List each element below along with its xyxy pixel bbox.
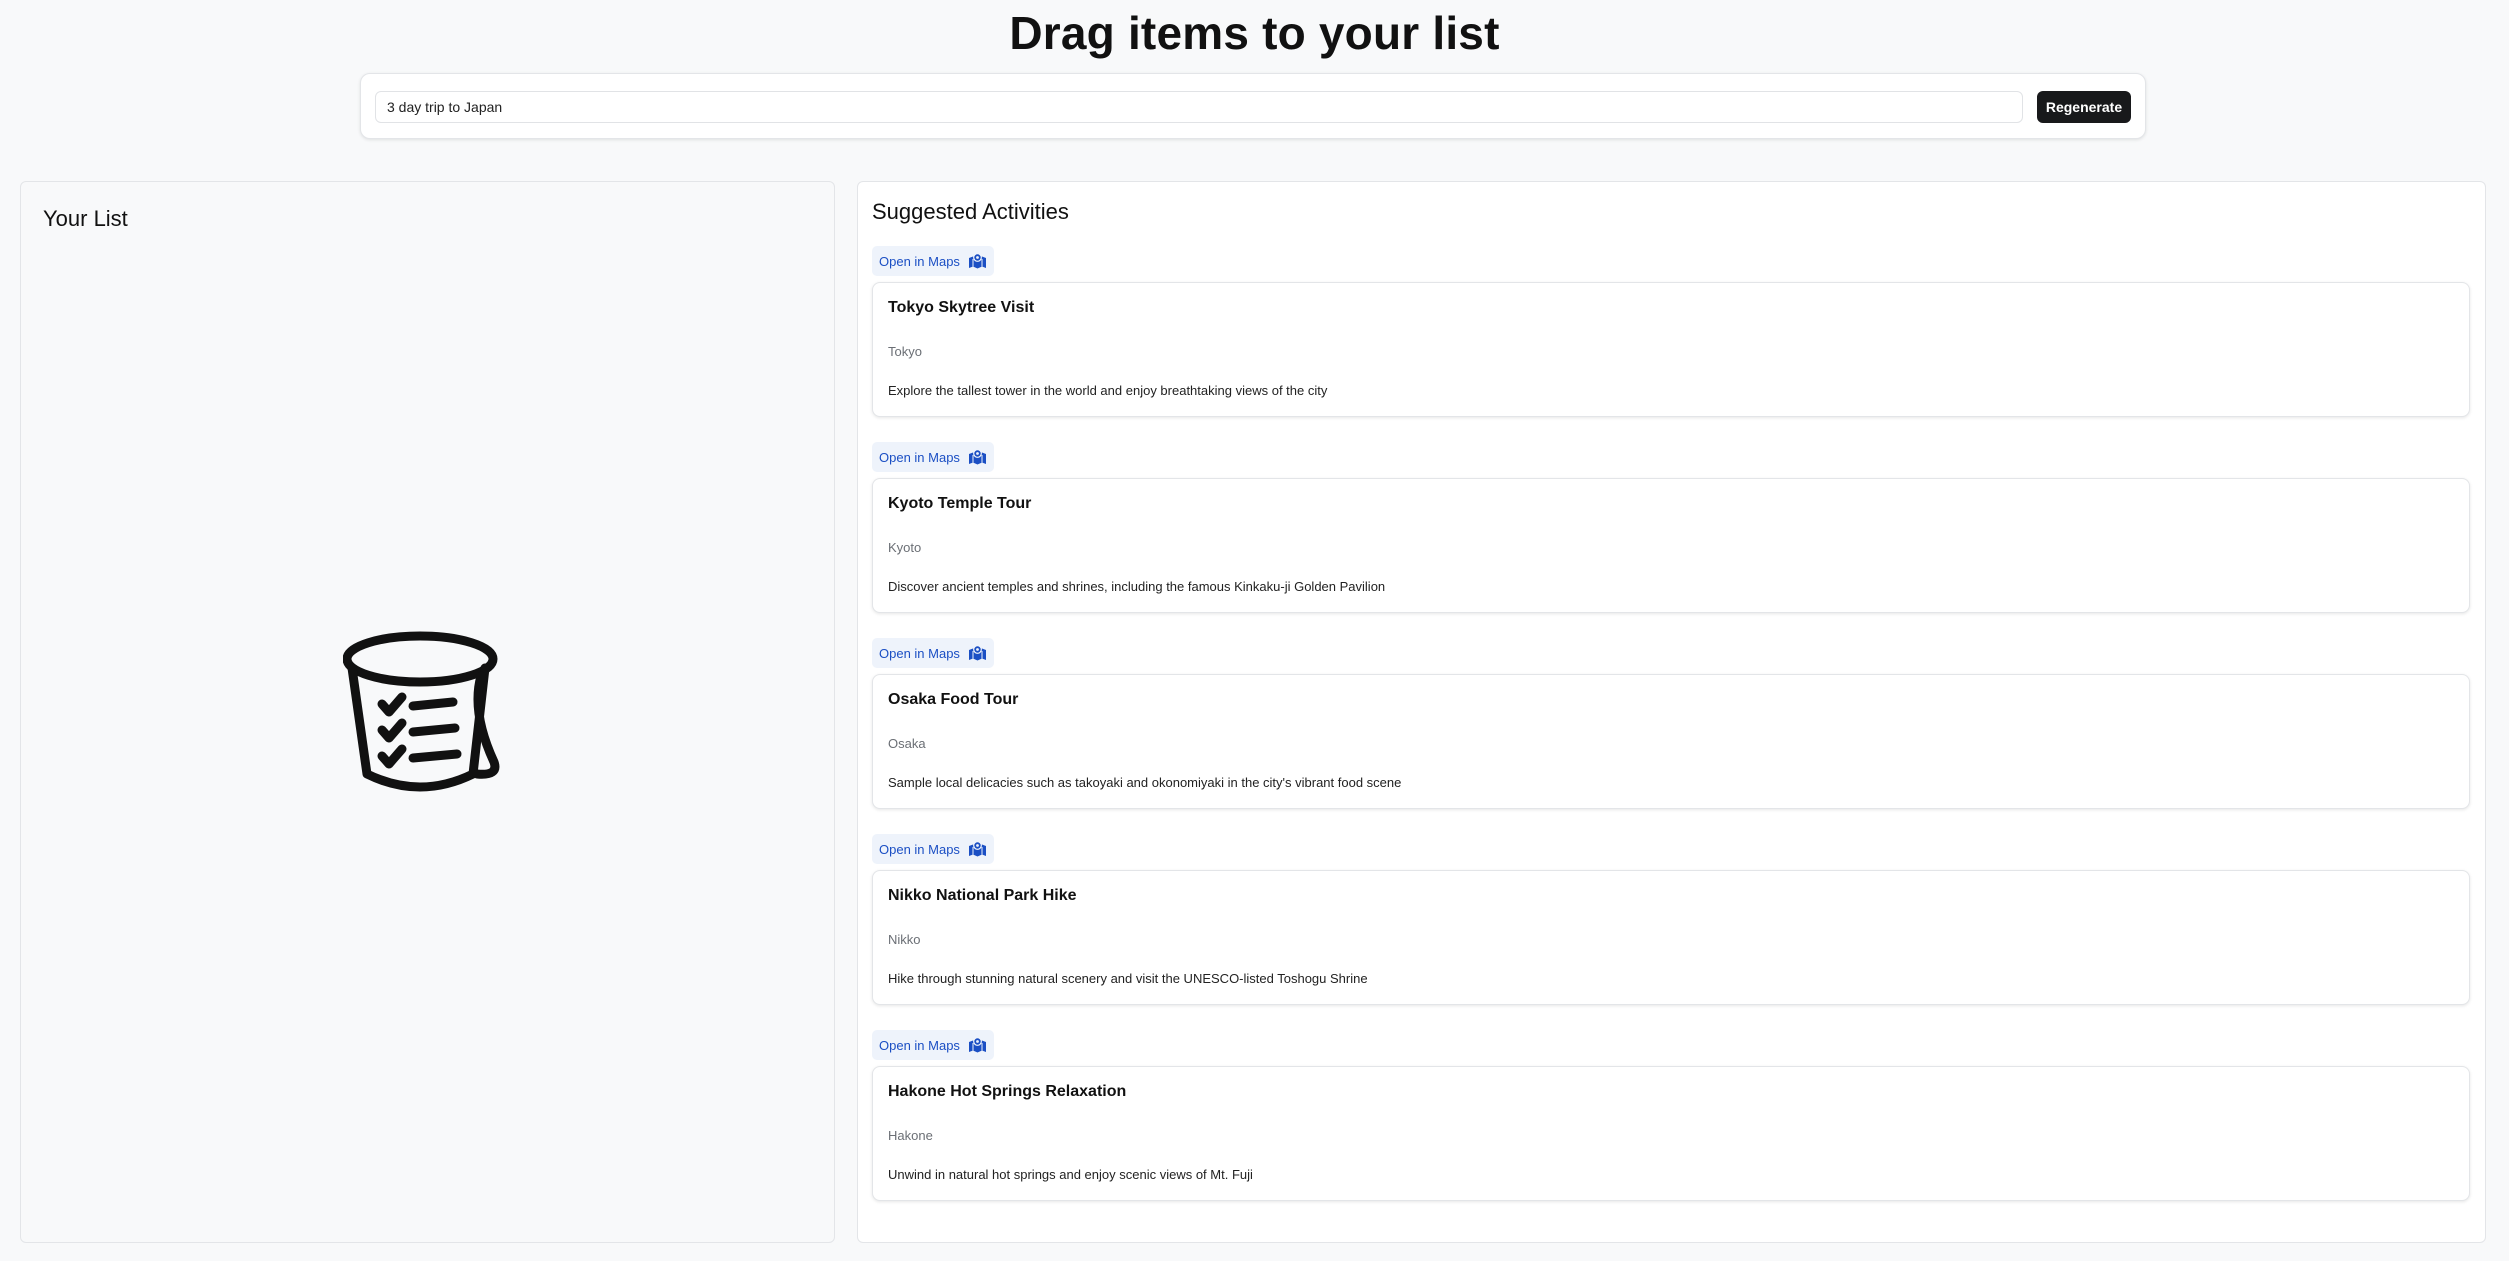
activity-description: Hike through stunning natural scenery an… [888,971,1368,986]
activity-location: Kyoto [888,540,922,555]
open-in-maps-label: Open in Maps [879,645,960,661]
activity-card[interactable]: Nikko National Park Hike Nikko Hike thro… [872,870,2470,1005]
open-in-maps-link[interactable]: Open in Maps [872,1030,994,1060]
activity-location: Tokyo [888,344,922,359]
activity-location: Nikko [888,932,921,947]
open-in-maps-link[interactable]: Open in Maps [872,638,994,668]
activity-item: Open in Maps Hakone Hot Springs Relaxati… [872,1030,2470,1201]
map-pin-icon [968,253,986,269]
activity-item: Open in Maps Osaka Food Tour Osaka Sampl… [872,638,2470,809]
activity-description: Sample local delicacies such as takoyaki… [888,775,1402,790]
activity-name: Hakone Hot Springs Relaxation [888,1083,1127,1100]
activity-name: Tokyo Skytree Visit [888,299,1035,316]
activity-item: Open in Maps Tokyo Skytree Visit Tokyo E… [872,246,2470,417]
activity-location: Osaka [888,736,926,751]
activity-location: Hakone [888,1128,933,1143]
activity-item: Open in Maps Kyoto Temple Tour Kyoto Dis… [872,442,2470,613]
activity-card[interactable]: Tokyo Skytree Visit Tokyo Explore the ta… [872,282,2470,417]
activity-description: Unwind in natural hot springs and enjoy … [888,1167,1253,1182]
prompt-bar: Regenerate [360,73,2146,139]
open-in-maps-label: Open in Maps [879,253,960,269]
activity-name: Nikko National Park Hike [888,887,1077,904]
suggested-activities-title: Suggested Activities [872,199,1069,224]
regenerate-button[interactable]: Regenerate [2037,91,2131,123]
activity-card[interactable]: Osaka Food Tour Osaka Sample local delic… [872,674,2470,809]
activity-description: Discover ancient temples and shrines, in… [888,579,1386,594]
suggested-activities-panel: Suggested Activities Open in Maps Tokyo … [857,181,2486,1243]
trip-prompt-input[interactable] [375,91,2023,123]
map-pin-icon [968,449,986,465]
your-list-title: Your List [43,206,128,231]
open-in-maps-label: Open in Maps [879,449,960,465]
open-in-maps-link[interactable]: Open in Maps [872,246,994,276]
open-in-maps-link[interactable]: Open in Maps [872,834,994,864]
page-title: Drag items to your list [1009,7,1500,59]
activity-description: Explore the tallest tower in the world a… [888,383,1328,398]
activity-name: Kyoto Temple Tour [888,495,1032,512]
your-list-dropzone[interactable]: Your List [20,181,835,1243]
bucket-checklist-icon [343,631,500,792]
activity-card[interactable]: Kyoto Temple Tour Kyoto Discover ancient… [872,478,2470,613]
open-in-maps-label: Open in Maps [879,1037,960,1053]
map-pin-icon [968,1037,986,1053]
map-pin-icon [968,841,986,857]
open-in-maps-link[interactable]: Open in Maps [872,442,994,472]
open-in-maps-label: Open in Maps [879,841,960,857]
activity-card[interactable]: Hakone Hot Springs Relaxation Hakone Unw… [872,1066,2470,1201]
activity-item: Open in Maps Nikko National Park Hike Ni… [872,834,2470,1005]
activity-name: Osaka Food Tour [888,691,1019,708]
map-pin-icon [968,645,986,661]
